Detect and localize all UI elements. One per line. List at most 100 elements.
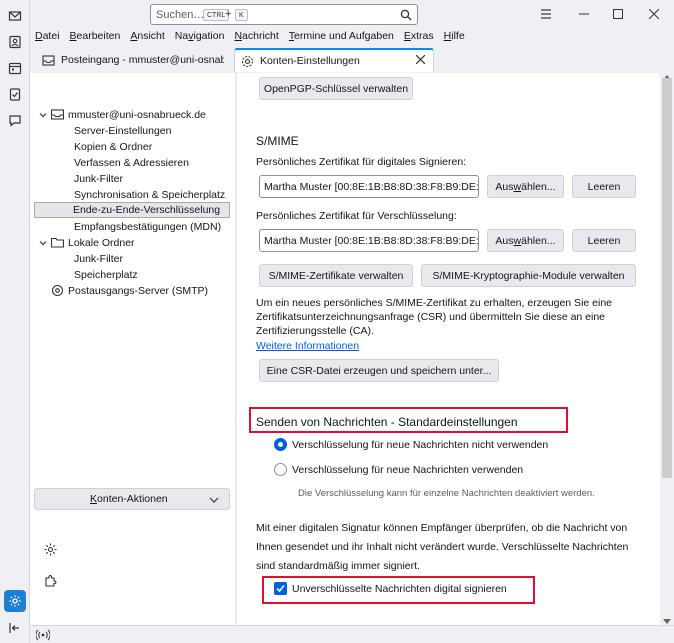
collapse-spaces-icon[interactable]: [7, 620, 23, 636]
tab-bar: Posteingang - mmuster@uni-osnabrue Konte…: [30, 45, 674, 73]
csr-info-line3: Zertifizierungsstelle (CA).: [256, 325, 374, 337]
encryption-note: Die Verschlüsselung kann für einzelne Na…: [298, 488, 595, 499]
settings-scrollbar[interactable]: [660, 73, 674, 625]
chevron-down-icon[interactable]: [38, 110, 48, 120]
search-icon[interactable]: [400, 9, 412, 24]
menu-post: achricht: [242, 30, 279, 42]
csr-info-line1: Um ein neues persönliches S/MIME-Zertifi…: [256, 297, 613, 309]
title-bar: Suchen… CTRL + K: [30, 0, 674, 28]
tree-account[interactable]: mmuster@uni-osnabrueck.de: [68, 107, 206, 123]
menu-post: ermine und Aufgaben: [294, 30, 394, 42]
tree-local-junk[interactable]: Junk-Filter: [74, 251, 123, 267]
encryption-label[interactable]: Verschlüsselung für neue Nachrichten ver…: [292, 464, 523, 476]
address-book-icon[interactable]: [7, 34, 23, 50]
account-actions-rest: onten-Aktionen: [97, 493, 168, 505]
tree-receipts[interactable]: Empfangsbestätigungen (MDN): [74, 219, 221, 235]
close-window-icon[interactable]: [646, 6, 662, 22]
openpgp-manage-button[interactable]: OpenPGP-Schlüssel verwalten: [259, 77, 413, 100]
menu-post: xtras: [410, 30, 434, 42]
tasks-icon[interactable]: [7, 86, 23, 102]
tree-sync-storage[interactable]: Synchronisation & Speicherplatz: [74, 187, 225, 203]
sign-cert-choose-button[interactable]: Aus w ählen...: [487, 175, 564, 198]
no-encryption-radio[interactable]: [274, 438, 287, 451]
choose-accel: w: [513, 180, 522, 193]
tree-e2e-encryption[interactable]: Ende-zu-Ende-Verschlüsselung: [34, 202, 230, 218]
menu-accel: B: [69, 30, 77, 42]
sign-unencrypted-label[interactable]: Unverschlüsselte Nachrichten digital sig…: [292, 583, 507, 595]
sign-cert-clear-button[interactable]: Leeren: [572, 175, 636, 198]
mail-icon[interactable]: [7, 8, 23, 24]
menu-item[interactable]: Nachricht: [229, 28, 283, 45]
choose2-pre: Aus: [495, 234, 514, 247]
chevron-down-icon: [209, 495, 219, 507]
settings-pane: OpenPGP-Schlüssel verwalten S/MIME Persö…: [237, 73, 660, 625]
menu-item[interactable]: Navigation: [170, 28, 230, 45]
sign-unencrypted-checkbox[interactable]: [274, 582, 287, 595]
enc-cert-choose-button[interactable]: Aus w ählen...: [487, 229, 564, 252]
calendar-icon[interactable]: [7, 60, 23, 76]
settings-space-icon[interactable]: [4, 590, 26, 612]
enc-cert-field[interactable]: Martha Muster [00:8E:1B:B8:8D:38:F8:B9:D…: [259, 229, 479, 252]
scroll-thumb[interactable]: [662, 78, 672, 478]
account-tree-sidebar: mmuster@uni-osnabrueck.de Server-Einstel…: [30, 73, 236, 625]
outgoing-server-icon: [51, 284, 65, 298]
send-defaults-heading: Senden von Nachrichten - Standardeinstel…: [256, 415, 518, 429]
more-info-link[interactable]: Weitere Informationen: [256, 340, 359, 352]
tab-settings-label: Konten-Einstellungen: [260, 55, 360, 67]
online-status-icon[interactable]: [35, 629, 51, 643]
menu-post: nsicht: [137, 30, 165, 42]
enc-cert-label: Persönliches Zertifikat für Verschlüssel…: [256, 210, 457, 222]
menu-item[interactable]: Ansicht: [125, 28, 169, 45]
chevron-down-icon[interactable]: [38, 238, 48, 248]
choose-pre: Aus: [495, 180, 514, 193]
status-bar: [30, 625, 674, 643]
tree-copies-folders[interactable]: Kopien & Ordner: [74, 139, 152, 155]
search-input[interactable]: Suchen… CTRL + K: [150, 4, 418, 25]
tree-local-storage[interactable]: Speicherplatz: [74, 267, 138, 283]
menu-accel: N: [234, 30, 243, 42]
app-menu-icon[interactable]: [538, 6, 554, 22]
chat-icon[interactable]: [7, 112, 23, 128]
choose-post: ählen...: [521, 180, 556, 193]
close-tab-icon[interactable]: [415, 54, 426, 67]
tab-inbox-label: Posteingang - mmuster@uni-osnabrue: [61, 54, 224, 66]
account-settings-icon: [241, 55, 254, 68]
add-ons-icon[interactable]: [44, 574, 58, 588]
menu-accel: D: [35, 30, 43, 42]
enc-cert-clear-button[interactable]: Leeren: [572, 229, 636, 252]
gear-icon[interactable]: [44, 543, 58, 557]
no-encryption-label[interactable]: Verschlüsselung für neue Nachrichten nic…: [292, 439, 548, 451]
menu-bar: Datei Bearbeiten Ansicht Navigation Nachrich…: [30, 28, 674, 45]
tree-smtp[interactable]: Postausgangs-Server (SMTP): [68, 283, 208, 299]
smime-crypto-modules-button[interactable]: S/MIME-Kryptographie-Module verwalten: [421, 264, 636, 287]
choose2-accel: w: [513, 234, 522, 247]
sign-cert-field[interactable]: Martha Muster [00:8E:1B:B8:8D:38:F8:B9:D…: [259, 175, 479, 198]
minimize-icon[interactable]: [576, 6, 592, 22]
menu-pre: Na: [174, 30, 189, 42]
encryption-radio[interactable]: [274, 463, 287, 476]
account-actions-button[interactable]: Konten-Aktionen: [34, 488, 230, 510]
menu-item[interactable]: Extras: [399, 28, 439, 45]
menu-post: earbeiten: [76, 30, 121, 42]
tab-inbox[interactable]: Posteingang - mmuster@uni-osnabrue: [36, 48, 230, 72]
clear-label: Leeren: [587, 180, 621, 193]
create-csr-button[interactable]: Eine CSR-Datei erzeugen und speichern un…: [259, 359, 499, 382]
manage-smime-certs-button[interactable]: S/MIME-Zertifikate verwalten: [259, 264, 413, 287]
menu-post: igation: [193, 30, 225, 42]
sign-cert-label: Persönliches Zertifikat für digitales Si…: [256, 156, 467, 168]
clear2-label: Leeren: [587, 234, 621, 247]
choose2-post: ählen...: [521, 234, 556, 247]
tree-local-folders[interactable]: Lokale Ordner: [68, 235, 135, 251]
smime-heading: S/MIME: [256, 134, 299, 148]
spaces-toolbar: [0, 0, 30, 643]
tab-account-settings[interactable]: Konten-Einstellungen: [234, 48, 434, 72]
menu-item[interactable]: Datei: [30, 28, 65, 45]
tree-junk[interactable]: Junk-Filter: [74, 171, 123, 187]
menu-item[interactable]: Termine und Aufgaben: [284, 28, 399, 45]
menu-item[interactable]: Hilfe: [439, 28, 470, 45]
tree-composition[interactable]: Verfassen & Adressieren: [74, 155, 189, 171]
maximize-icon[interactable]: [610, 6, 626, 22]
tree-server-settings[interactable]: Server-Einstellungen: [74, 123, 171, 139]
menu-item[interactable]: Bearbeiten: [65, 28, 126, 45]
signature-info-line3: sind standardmäßig immer signiert.: [256, 560, 420, 572]
